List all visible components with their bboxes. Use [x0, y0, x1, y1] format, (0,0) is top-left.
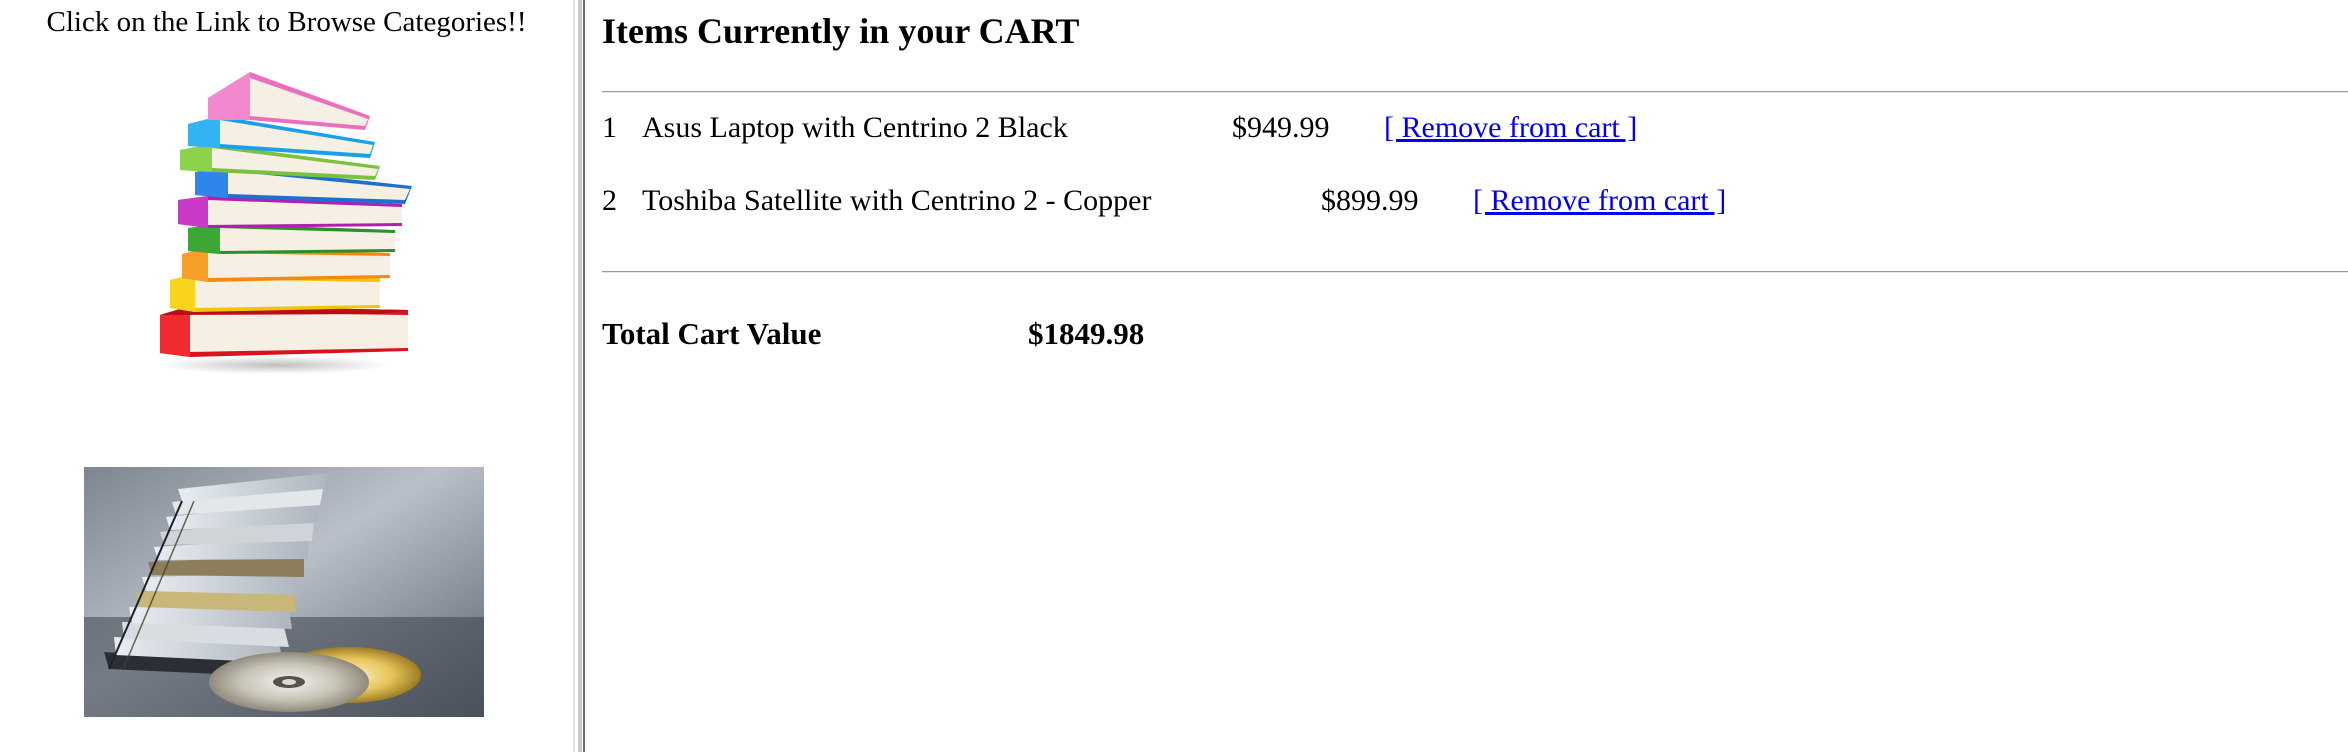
frame-divider[interactable]: [573, 0, 585, 752]
frame-divider-grip: [578, 0, 582, 752]
item-name: Asus Laptop with Centrino 2 Black: [642, 111, 1068, 144]
cds-category-link[interactable]: [84, 467, 484, 717]
item-price: $949.99: [1232, 111, 1330, 144]
cart-frame: Items Currently in your CART 1 Asus Lapt…: [585, 0, 2348, 752]
bottom-divider: [602, 271, 2348, 273]
browse-categories-heading: Click on the Link to Browse Categories!!: [46, 6, 527, 38]
item-name: Toshiba Satellite with Centrino 2 - Copp…: [642, 184, 1152, 217]
total-cart-value-label: Total Cart Value: [602, 316, 822, 351]
item-price: $899.99: [1321, 184, 1419, 217]
frameset: Click on the Link to Browse Categories!!: [0, 0, 2348, 752]
remove-from-cart-link[interactable]: [ Remove from cart ]: [1384, 108, 1637, 148]
total-cart-value: $1849.98: [1028, 316, 1145, 351]
books-category-link[interactable]: [150, 68, 420, 378]
cds-stack-image: [84, 467, 484, 717]
books-stack-image: [160, 72, 412, 374]
category-frame: Click on the Link to Browse Categories!!: [0, 0, 573, 752]
item-number: 1: [602, 111, 617, 144]
item-number: 2: [602, 184, 617, 217]
remove-from-cart-link[interactable]: [ Remove from cart ]: [1473, 181, 1726, 221]
top-divider: [602, 91, 2348, 93]
cart-title: Items Currently in your CART: [602, 11, 1080, 51]
